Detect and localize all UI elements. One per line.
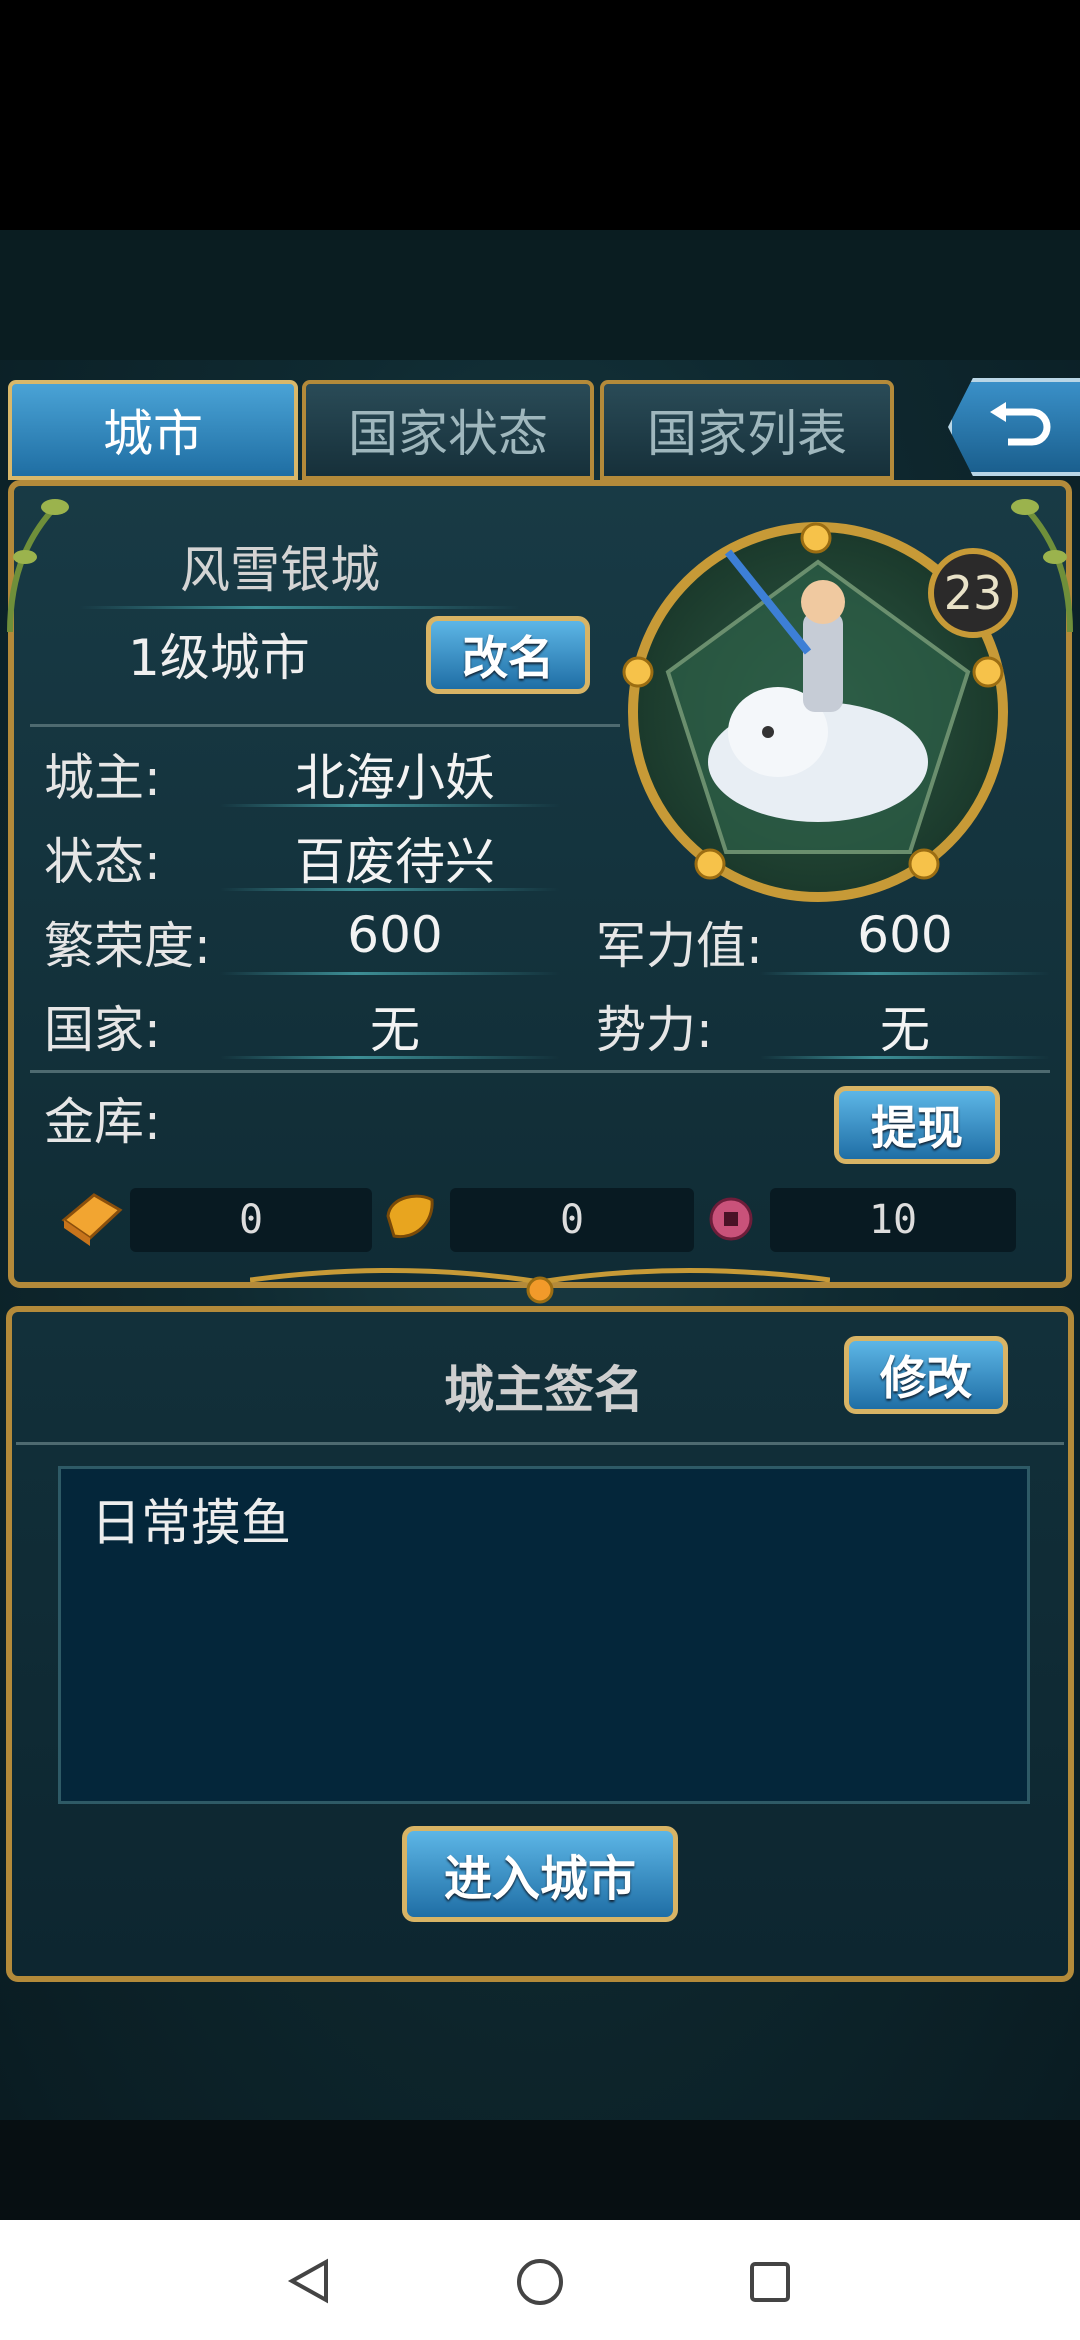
tab-country-list[interactable]: 国家列表 (600, 380, 894, 480)
return-arrow-icon (990, 402, 1051, 446)
city-level: 1级城市 (128, 629, 310, 687)
enter-city-button[interactable]: 进入城市 (402, 1826, 678, 1922)
withdraw-button[interactable]: 提现 (834, 1086, 1000, 1164)
gold-orb-icon (972, 656, 1004, 688)
tab-country-status-label: 国家状态 (348, 405, 548, 463)
coin-icon (709, 1197, 753, 1241)
status-value: 百废待兴 (295, 833, 495, 891)
divider (220, 804, 560, 807)
signature-text-area[interactable]: 日常摸鱼 (58, 1466, 1030, 1804)
ornament-icon (250, 1268, 830, 1304)
signature-text: 日常摸鱼 (91, 1494, 291, 1552)
divider (760, 972, 1050, 975)
treasury-label: 金库: (44, 1093, 161, 1151)
divider (30, 724, 620, 727)
divider (220, 1056, 560, 1059)
gold-ingot-icon (61, 1193, 123, 1246)
prosperity-label: 繁荣度: (44, 917, 211, 975)
divider (220, 972, 560, 975)
bottom-band (0, 2120, 1080, 2220)
edit-signature-button[interactable]: 修改 (844, 1336, 1008, 1414)
rename-button[interactable]: 改名 (426, 616, 590, 694)
back-button[interactable] (948, 378, 1080, 476)
divider (80, 606, 520, 609)
divider (760, 1056, 1050, 1059)
vine-decoration-icon (1011, 499, 1073, 632)
prosperity-value: 600 (347, 906, 443, 964)
vine-decoration-icon (7, 499, 69, 632)
coin-amount: 10 (770, 1188, 1016, 1252)
top-band (0, 230, 1080, 360)
faction-value: 无 (880, 1001, 930, 1059)
leaf-icon (386, 1194, 434, 1239)
tab-city[interactable]: 城市 (8, 380, 298, 480)
home-nav-icon[interactable] (514, 2256, 566, 2308)
leaf-amount: 0 (450, 1188, 694, 1252)
tab-country-list-label: 国家列表 (647, 405, 847, 463)
gold-orb-icon (622, 656, 654, 688)
country-value: 无 (370, 1001, 420, 1059)
gold-orb-icon (694, 848, 726, 880)
city-name: 风雪银城 (180, 541, 380, 599)
tab-city-label: 城市 (103, 405, 203, 463)
system-nav-bar (0, 2220, 1080, 2340)
divider (16, 1442, 1064, 1445)
gold-orb-icon (800, 522, 832, 554)
divider (30, 1070, 1050, 1073)
divider (220, 888, 560, 891)
gold-amount: 0 (130, 1188, 372, 1252)
faction-label: 势力: (596, 1001, 713, 1059)
recents-nav-icon[interactable] (746, 2258, 794, 2306)
gold-orb-icon (908, 848, 940, 880)
military-label: 军力值: (596, 917, 763, 975)
country-label: 国家: (44, 1001, 161, 1059)
back-nav-icon[interactable] (284, 2256, 334, 2306)
status-label: 状态: (44, 833, 161, 891)
level-badge: 23 (928, 548, 1018, 638)
tab-country-status[interactable]: 国家状态 (302, 380, 594, 480)
military-value: 600 (857, 906, 953, 964)
owner-value: 北海小妖 (295, 749, 495, 807)
signature-title: 城主签名 (444, 1361, 644, 1419)
owner-label: 城主: (44, 749, 161, 807)
